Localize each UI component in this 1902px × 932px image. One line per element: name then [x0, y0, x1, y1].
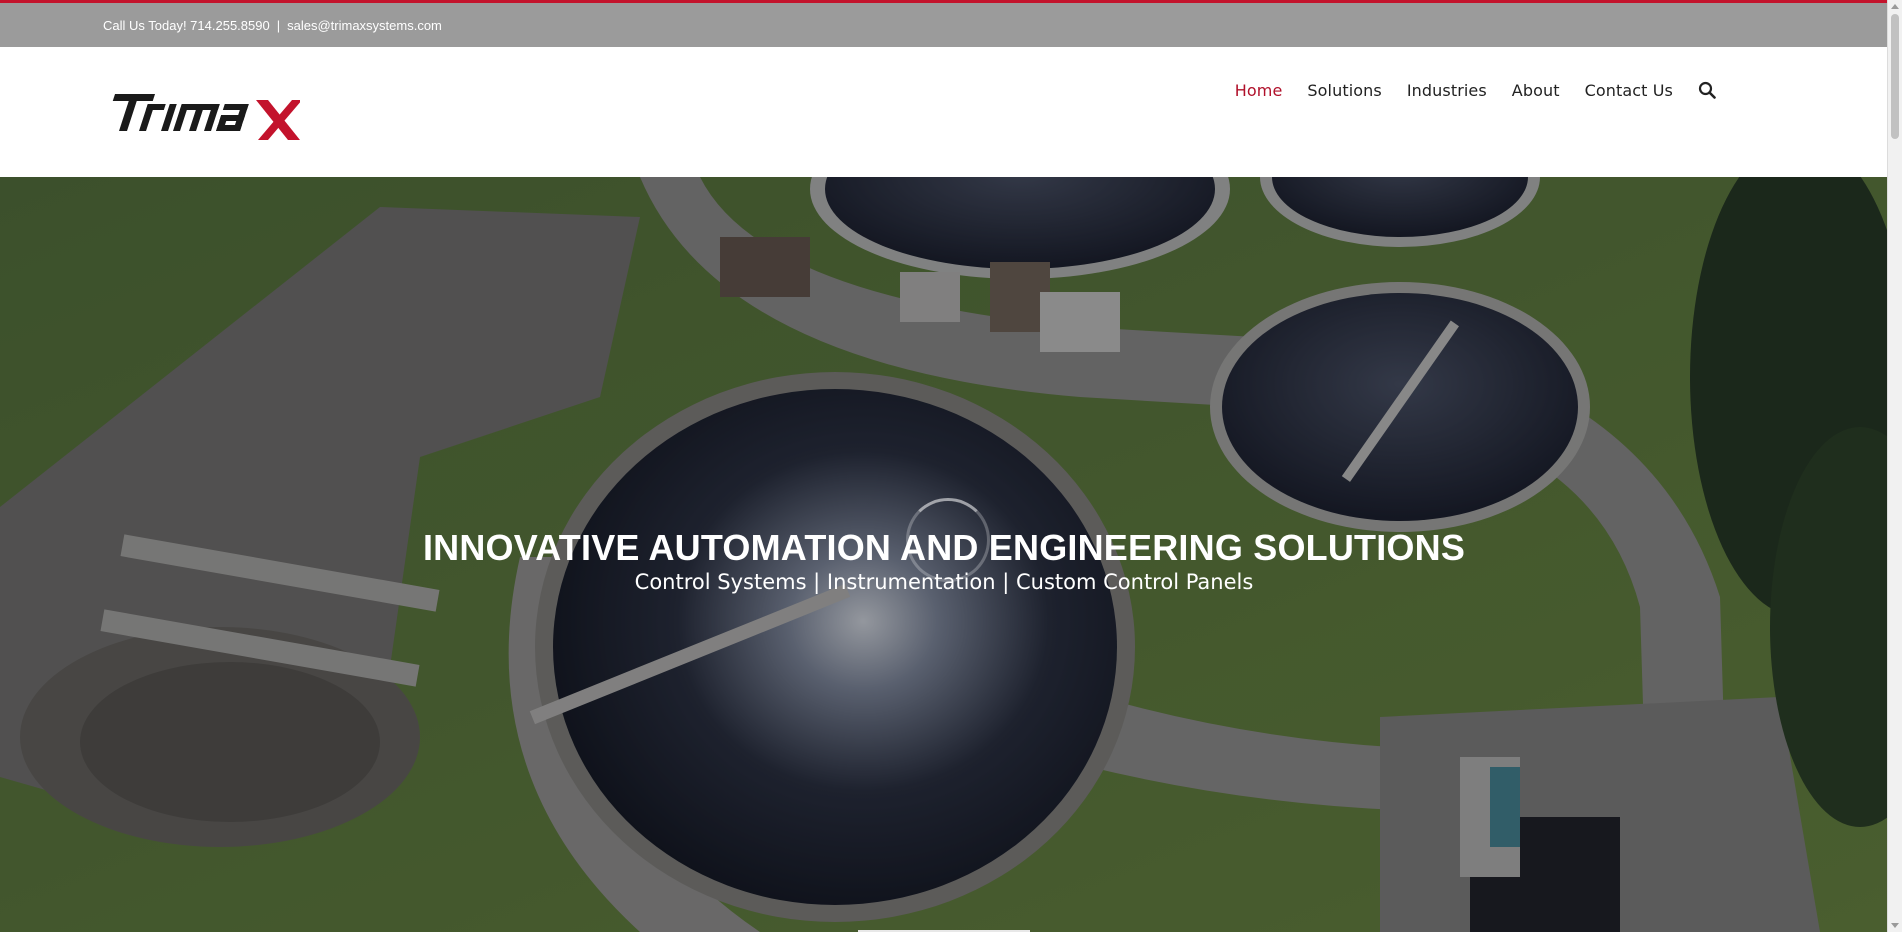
scroll-up-arrow-icon[interactable] — [1891, 4, 1899, 9]
site-header: Home Solutions Industries About Contact … — [0, 47, 1888, 177]
nav-solutions[interactable]: Solutions — [1307, 81, 1381, 100]
separator: | — [276, 17, 281, 33]
search-icon[interactable] — [1698, 80, 1718, 100]
nav-industries[interactable]: Industries — [1407, 81, 1487, 100]
hero-title: INNOVATIVE AUTOMATION AND ENGINEERING SO… — [422, 527, 1466, 569]
page-scrollbar[interactable] — [1887, 0, 1902, 932]
scroll-down-arrow-icon[interactable] — [1891, 923, 1899, 928]
main-nav: Home Solutions Industries About Contact … — [1210, 80, 1718, 100]
top-contact-bar: Call Us Today! 714.255.8590 | sales@trim… — [0, 3, 1888, 47]
email-link[interactable]: sales@trimaxsystems.com — [287, 18, 442, 33]
nav-contact-us[interactable]: Contact Us — [1585, 81, 1673, 100]
scrollbar-thumb[interactable] — [1891, 14, 1899, 139]
trimax-logo[interactable] — [104, 91, 302, 141]
trimax-logo-mark — [112, 94, 302, 140]
contact-info: Call Us Today! 714.255.8590 | sales@trim… — [103, 18, 442, 33]
nav-about[interactable]: About — [1512, 81, 1560, 100]
phone-text: Call Us Today! 714.255.8590 — [103, 17, 270, 33]
hero-subtitle: Control Systems | Instrumentation | Cust… — [634, 570, 1254, 594]
nav-home[interactable]: Home — [1235, 81, 1283, 100]
hero-section: INNOVATIVE AUTOMATION AND ENGINEERING SO… — [0, 177, 1888, 932]
